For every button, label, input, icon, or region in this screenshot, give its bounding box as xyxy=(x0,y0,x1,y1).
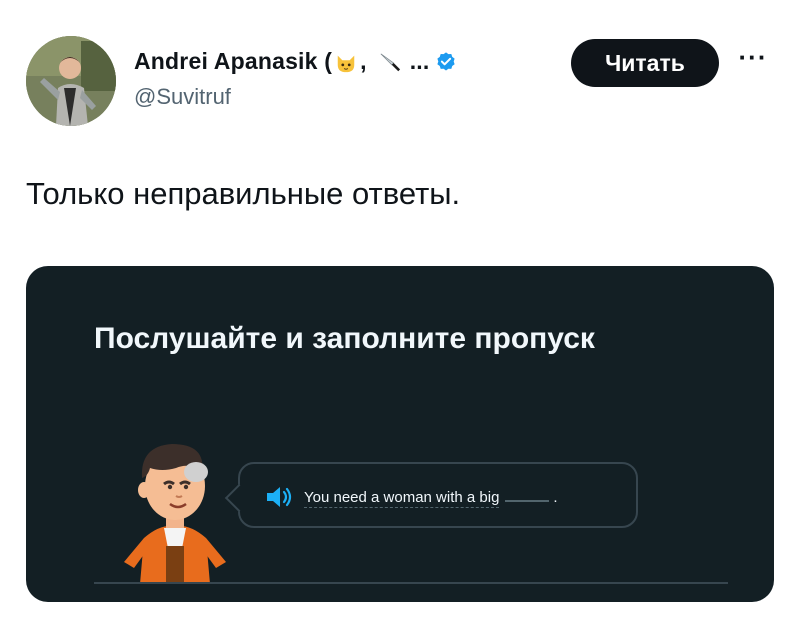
exercise-title: Послушайте и заполните пропуск xyxy=(94,322,595,355)
author-display-name[interactable]: Andrei Apanasik ( , ... xyxy=(134,48,429,75)
attached-image-card[interactable]: Послушайте и заполните пропуск You need … xyxy=(26,266,774,602)
avatar-photo xyxy=(26,36,116,126)
sentence-end: . xyxy=(553,489,558,506)
exercise-sentence: You need a woman with a big . xyxy=(304,486,558,508)
speech-bubble: You need a woman with a big . xyxy=(224,462,638,528)
kitchen-knife-icon xyxy=(380,53,400,72)
follow-button[interactable]: Читать xyxy=(571,39,719,87)
cat-face-icon xyxy=(337,55,355,73)
more-options-button[interactable]: ··· xyxy=(733,44,773,78)
character-illustration xyxy=(124,444,226,584)
post-text: Только неправильные ответы. xyxy=(26,176,461,211)
card-divider xyxy=(94,582,728,584)
author-handle[interactable]: @Suvitruf xyxy=(134,84,231,110)
author-name-row[interactable]: Andrei Apanasik ( , ... xyxy=(134,48,457,75)
sentence-text: You need a woman with a big xyxy=(304,489,500,508)
author-avatar[interactable] xyxy=(26,36,116,126)
verified-badge-icon xyxy=(437,51,456,71)
speaker-icon[interactable] xyxy=(264,482,294,512)
answer-blank[interactable] xyxy=(505,486,550,502)
